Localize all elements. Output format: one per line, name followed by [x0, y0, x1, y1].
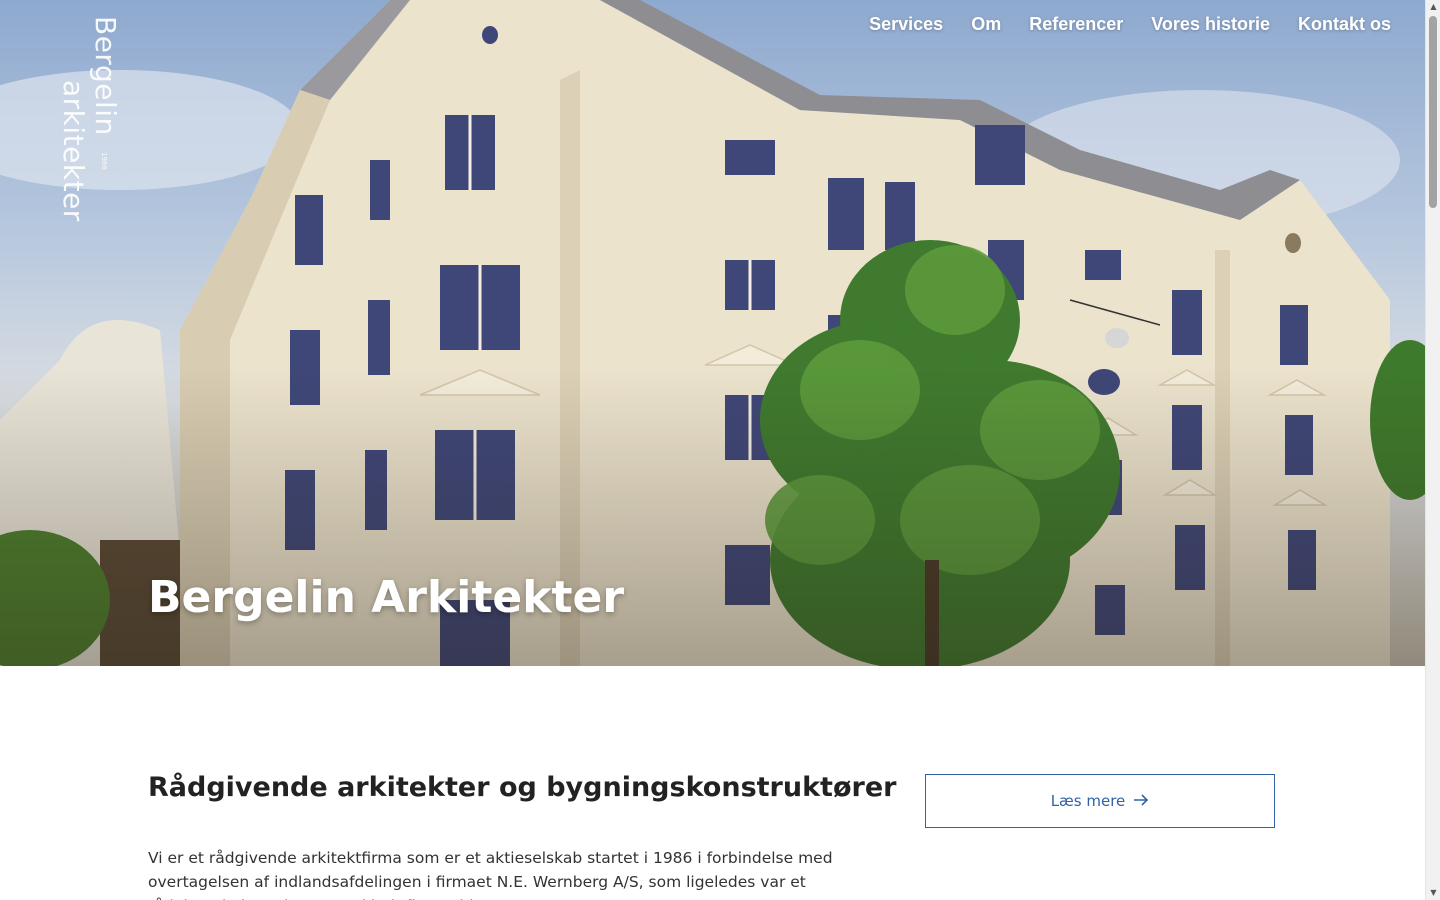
read-more-label: Læs mere: [1050, 792, 1126, 810]
section-heading: Rådgivende arkitekter og bygningskonstru…: [148, 772, 897, 803]
nav-item-vores-historie[interactable]: Vores historie: [1151, 14, 1270, 35]
intro-paragraph: Vi er et rådgivende arkitektfirma som er…: [148, 849, 833, 900]
page: Bergelin arkitekter 1986 Services Om Ref…: [0, 0, 1425, 900]
logo-year: 1986: [100, 152, 108, 170]
main-navigation: Services Om Referencer Vores historie Ko…: [869, 14, 1391, 35]
logo[interactable]: Bergelin arkitekter 1986: [30, 14, 122, 222]
nav-item-kontakt-os[interactable]: Kontakt os: [1298, 14, 1391, 35]
hero-title: Bergelin Arkitekter: [148, 572, 625, 623]
chevron-up-icon[interactable]: ▲: [1426, 0, 1440, 14]
chevron-down-icon[interactable]: ▼: [1426, 886, 1440, 900]
nav-item-om[interactable]: Om: [971, 14, 1001, 35]
logo-word-arkitekter: arkitekter: [57, 80, 90, 222]
hero-gradient-overlay: [0, 0, 1425, 666]
nav-item-referencer[interactable]: Referencer: [1029, 14, 1123, 35]
read-more-button[interactable]: Læs mere: [925, 774, 1275, 828]
nav-item-services[interactable]: Services: [869, 14, 943, 35]
vertical-scrollbar[interactable]: ▲ ▼: [1425, 0, 1440, 900]
hero-banner: Bergelin arkitekter 1986 Services Om Ref…: [0, 0, 1425, 666]
arrow-right-icon: [1133, 792, 1149, 811]
logo-word-bergelin: Bergelin: [89, 16, 122, 136]
scrollbar-thumb[interactable]: [1429, 16, 1437, 208]
